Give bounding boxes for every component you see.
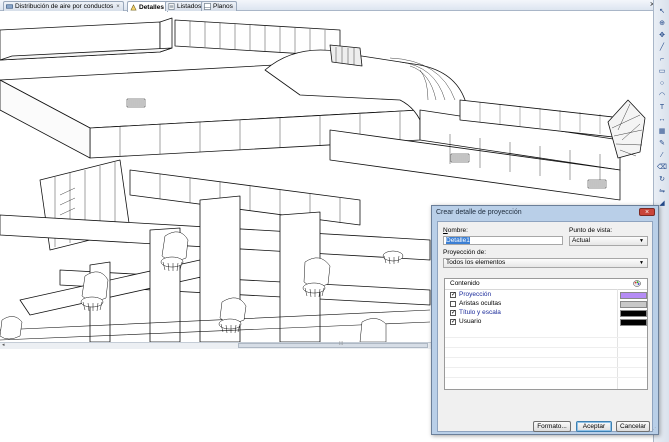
color-swatch[interactable] bbox=[620, 301, 647, 308]
dialog-close-button[interactable]: × bbox=[639, 208, 655, 216]
cancelar-button[interactable]: Cancelar bbox=[616, 421, 650, 432]
tab-label: Planos bbox=[213, 3, 233, 10]
mirror-icon[interactable]: ⇋ bbox=[657, 186, 667, 196]
color-swatch[interactable] bbox=[620, 292, 647, 299]
aristas-checkbox[interactable] bbox=[450, 301, 456, 307]
punto-vista-value: Actual bbox=[572, 237, 591, 244]
punto-vista-label: Punto de vista: bbox=[569, 227, 612, 234]
nombre-label: Nombre: bbox=[443, 227, 468, 234]
proyeccion-select[interactable]: Todos los elementos ▼ bbox=[443, 258, 648, 268]
proyeccion-label: Proyección de: bbox=[443, 249, 486, 256]
duct-icon bbox=[6, 4, 13, 9]
item-label: Título y escala bbox=[459, 309, 501, 316]
aceptar-button[interactable]: Aceptar bbox=[576, 421, 612, 432]
nombre-input[interactable]: Detalle1 bbox=[443, 236, 563, 245]
formato-button[interactable]: Formato... bbox=[533, 421, 571, 432]
rectangle-tool-icon[interactable]: ▭ bbox=[657, 66, 667, 76]
dimension-tool-icon[interactable]: ↔ bbox=[657, 114, 667, 124]
color-swatch[interactable] bbox=[620, 310, 647, 317]
color-swatch[interactable] bbox=[620, 319, 647, 326]
rotate-icon[interactable]: ↻ bbox=[657, 174, 667, 184]
proyeccion-value: Todos los elementos bbox=[446, 259, 506, 266]
contenido-list[interactable]: Contenido Proyección Aristas ocultas Tít… bbox=[444, 278, 648, 390]
item-label: Proyección bbox=[459, 291, 492, 298]
nombre-value: Detalle1 bbox=[446, 237, 470, 244]
column-divider bbox=[617, 289, 618, 389]
scroll-grip-icon: ⁞⁞⁞ bbox=[339, 341, 344, 347]
row-divider bbox=[445, 367, 647, 368]
palette-icon[interactable] bbox=[633, 280, 641, 287]
scrollbar-thumb[interactable] bbox=[238, 343, 428, 348]
brush-icon[interactable]: ⁄ bbox=[657, 150, 667, 160]
dialog-title: Crear detalle de proyección bbox=[436, 209, 522, 216]
nombre-label-rest: ombre: bbox=[447, 227, 468, 234]
pencil-icon[interactable]: ✎ bbox=[657, 138, 667, 148]
arc-tool-icon[interactable]: ◠ bbox=[657, 90, 667, 100]
zoom-icon[interactable]: ⊕ bbox=[657, 18, 667, 28]
hatch-tool-icon[interactable]: ▦ bbox=[657, 126, 667, 136]
text-tool-icon[interactable]: T bbox=[657, 102, 667, 112]
cursor-icon[interactable]: ↖ bbox=[657, 6, 667, 16]
row-divider bbox=[445, 337, 647, 338]
row-divider bbox=[445, 347, 647, 348]
crear-detalle-dialog: Crear detalle de proyección × Nombre: De… bbox=[431, 205, 659, 435]
dialog-body: Nombre: Detalle1 Punto de vista: Actual … bbox=[437, 221, 653, 432]
line-tool-icon[interactable]: ╱ bbox=[657, 42, 667, 52]
eraser-icon[interactable]: ⌫ bbox=[657, 162, 667, 172]
contenido-header-label: Contenido bbox=[450, 280, 480, 287]
close-tab-icon[interactable]: × bbox=[116, 4, 120, 10]
proyeccion-checkbox[interactable] bbox=[450, 292, 456, 298]
punto-vista-select[interactable]: Actual ▼ bbox=[569, 236, 648, 246]
tab-label: Distribución de aire por conductos bbox=[15, 3, 114, 10]
list-icon bbox=[168, 3, 175, 10]
chevron-down-icon: ▼ bbox=[639, 238, 644, 244]
titulo-checkbox[interactable] bbox=[450, 310, 456, 316]
circle-tool-icon[interactable]: ○ bbox=[657, 78, 667, 88]
usuario-checkbox[interactable] bbox=[450, 319, 456, 325]
row-divider bbox=[445, 357, 647, 358]
polyline-icon[interactable]: ⌐ bbox=[657, 54, 667, 64]
chevron-down-icon: ▼ bbox=[639, 260, 644, 266]
pan-icon[interactable]: ✥ bbox=[657, 30, 667, 40]
item-label: Aristas ocultas bbox=[459, 300, 502, 307]
scroll-left-icon[interactable]: ◂ bbox=[2, 342, 5, 348]
plans-icon bbox=[204, 3, 211, 10]
tab-label: Listados bbox=[177, 3, 202, 10]
horizontal-scrollbar[interactable]: ◂ ⁞⁞⁞ bbox=[0, 341, 432, 349]
item-label: Usuario bbox=[459, 318, 482, 325]
row-divider bbox=[445, 377, 647, 378]
resize-grip-icon[interactable]: ⋰ bbox=[651, 427, 656, 433]
